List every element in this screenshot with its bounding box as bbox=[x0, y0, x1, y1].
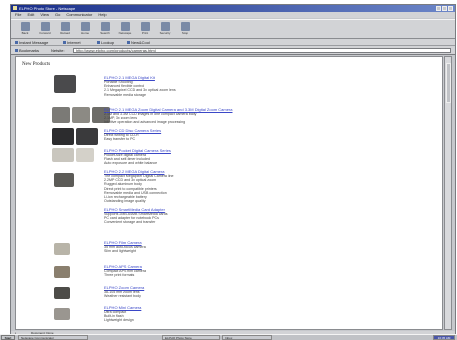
home-button[interactable]: Home bbox=[77, 22, 93, 38]
camera-photo bbox=[76, 128, 98, 145]
camera-photo bbox=[54, 266, 70, 278]
app-icon bbox=[13, 6, 17, 10]
title-bar[interactable]: ELPHO Photo Store - Netscape bbox=[11, 5, 455, 12]
product-desc: Convenient storage and transfer bbox=[104, 220, 156, 225]
menu-file[interactable]: File bbox=[15, 12, 21, 18]
camera-photo bbox=[52, 128, 74, 145]
product-image[interactable] bbox=[54, 75, 76, 93]
personal-toolbar: Instant Message Internet Lookup New&Cool bbox=[11, 39, 455, 46]
menu-communicator[interactable]: Communicator bbox=[66, 12, 92, 18]
product-desc: Weather resistant body bbox=[104, 294, 141, 299]
link-lookup[interactable]: Lookup bbox=[97, 39, 114, 46]
product-image[interactable] bbox=[52, 107, 110, 123]
bookmarks-icon bbox=[15, 49, 18, 53]
product-desc: Auto exposure and white balance bbox=[104, 161, 158, 166]
bookmarks-button[interactable]: Bookmarks bbox=[15, 48, 39, 53]
lock-icon bbox=[160, 22, 170, 31]
product-desc: Easy transfer to PC bbox=[104, 137, 136, 142]
system-clock: 10:45 AM bbox=[433, 335, 455, 340]
location-bar: Bookmarks Netsite: http://www.elpho.com/… bbox=[11, 46, 455, 55]
product-image[interactable] bbox=[52, 128, 98, 145]
navigation-toolbar: Back Forward Reload Home Search Netscape… bbox=[11, 19, 455, 39]
camera-photo bbox=[76, 148, 94, 162]
search-icon bbox=[100, 22, 110, 31]
home-icon bbox=[80, 22, 90, 31]
product-image[interactable] bbox=[54, 243, 70, 255]
product-desc: Lightweight design bbox=[104, 318, 134, 323]
print-icon bbox=[140, 22, 150, 31]
link-instant-message[interactable]: Instant Message bbox=[15, 39, 48, 46]
netscape-button[interactable]: Netscape bbox=[117, 22, 133, 38]
product-desc: Three print formats bbox=[104, 273, 135, 278]
minimize-button[interactable] bbox=[436, 6, 441, 11]
print-button[interactable]: Print bbox=[137, 22, 153, 38]
menu-edit[interactable]: Edit bbox=[27, 12, 34, 18]
search-button[interactable]: Search bbox=[97, 22, 113, 38]
product-image[interactable] bbox=[54, 308, 70, 320]
product-desc: Removable media storage bbox=[104, 92, 146, 97]
menu-view[interactable]: View bbox=[40, 12, 49, 18]
menu-bar: File Edit View Go Communicator Help bbox=[11, 12, 455, 18]
product-image[interactable] bbox=[54, 173, 74, 187]
vertical-scrollbar[interactable] bbox=[444, 56, 452, 330]
location-label: Netsite: bbox=[51, 48, 65, 53]
product-desc: Slim and lightweight bbox=[104, 249, 136, 254]
taskbar: Start Netscape Communicator ELPHO Photo … bbox=[0, 334, 457, 340]
menu-help[interactable]: Help bbox=[98, 12, 106, 18]
page-title: New Products bbox=[22, 62, 51, 67]
stop-button[interactable]: Stop bbox=[177, 22, 193, 38]
camera-photo bbox=[54, 308, 70, 320]
product-desc: Intuitive operation and advanced image p… bbox=[104, 120, 186, 125]
page-content: New Products ELPHO 2.1 MEGA Digital Kit … bbox=[15, 56, 443, 330]
link-new-cool[interactable]: New&Cool bbox=[127, 39, 150, 46]
security-button[interactable]: Security bbox=[157, 22, 173, 38]
taskbar-item[interactable]: Netscape Communicator bbox=[18, 335, 88, 340]
stop-icon bbox=[180, 22, 190, 31]
forward-button[interactable]: Forward bbox=[37, 22, 53, 38]
link-internet[interactable]: Internet bbox=[63, 39, 81, 46]
close-button[interactable] bbox=[448, 6, 453, 11]
bookmark-icon bbox=[97, 41, 100, 45]
url-input[interactable]: http://www.elpho.com/products/cameras.ht… bbox=[73, 48, 451, 53]
bookmark-icon bbox=[63, 41, 66, 45]
camera-photo bbox=[54, 287, 70, 299]
camera-photo bbox=[54, 243, 70, 255]
bookmark-icon bbox=[15, 41, 18, 45]
forward-arrow-icon bbox=[40, 22, 50, 31]
menu-go[interactable]: Go bbox=[55, 12, 60, 18]
netscape-icon bbox=[120, 22, 130, 31]
back-arrow-icon bbox=[20, 22, 30, 31]
bookmark-icon bbox=[127, 41, 130, 45]
back-button[interactable]: Back bbox=[17, 22, 33, 38]
product-desc: Outstanding image quality bbox=[104, 199, 146, 204]
reload-icon bbox=[60, 22, 70, 31]
camera-photo bbox=[72, 107, 90, 123]
camera-photo bbox=[54, 75, 76, 93]
window-title: ELPHO Photo Store - Netscape bbox=[19, 6, 76, 11]
camera-photo bbox=[52, 107, 70, 123]
product-desc: 2.1 Megapixel CCD and 3x optical zoom le… bbox=[104, 88, 176, 93]
product-image[interactable] bbox=[52, 148, 94, 162]
camera-photo bbox=[54, 173, 74, 187]
product-image[interactable] bbox=[54, 287, 70, 299]
browser-window: ELPHO Photo Store - Netscape File Edit V… bbox=[10, 4, 456, 336]
scrollbar-thumb[interactable] bbox=[446, 63, 451, 103]
maximize-button[interactable] bbox=[442, 6, 447, 11]
product-image[interactable] bbox=[54, 266, 70, 278]
taskbar-item[interactable]: ELPHO Photo Store bbox=[162, 335, 220, 340]
taskbar-item[interactable]: Inbox bbox=[222, 335, 272, 340]
start-button[interactable]: Start bbox=[1, 335, 15, 340]
reload-button[interactable]: Reload bbox=[57, 22, 73, 38]
camera-photo bbox=[52, 148, 74, 162]
